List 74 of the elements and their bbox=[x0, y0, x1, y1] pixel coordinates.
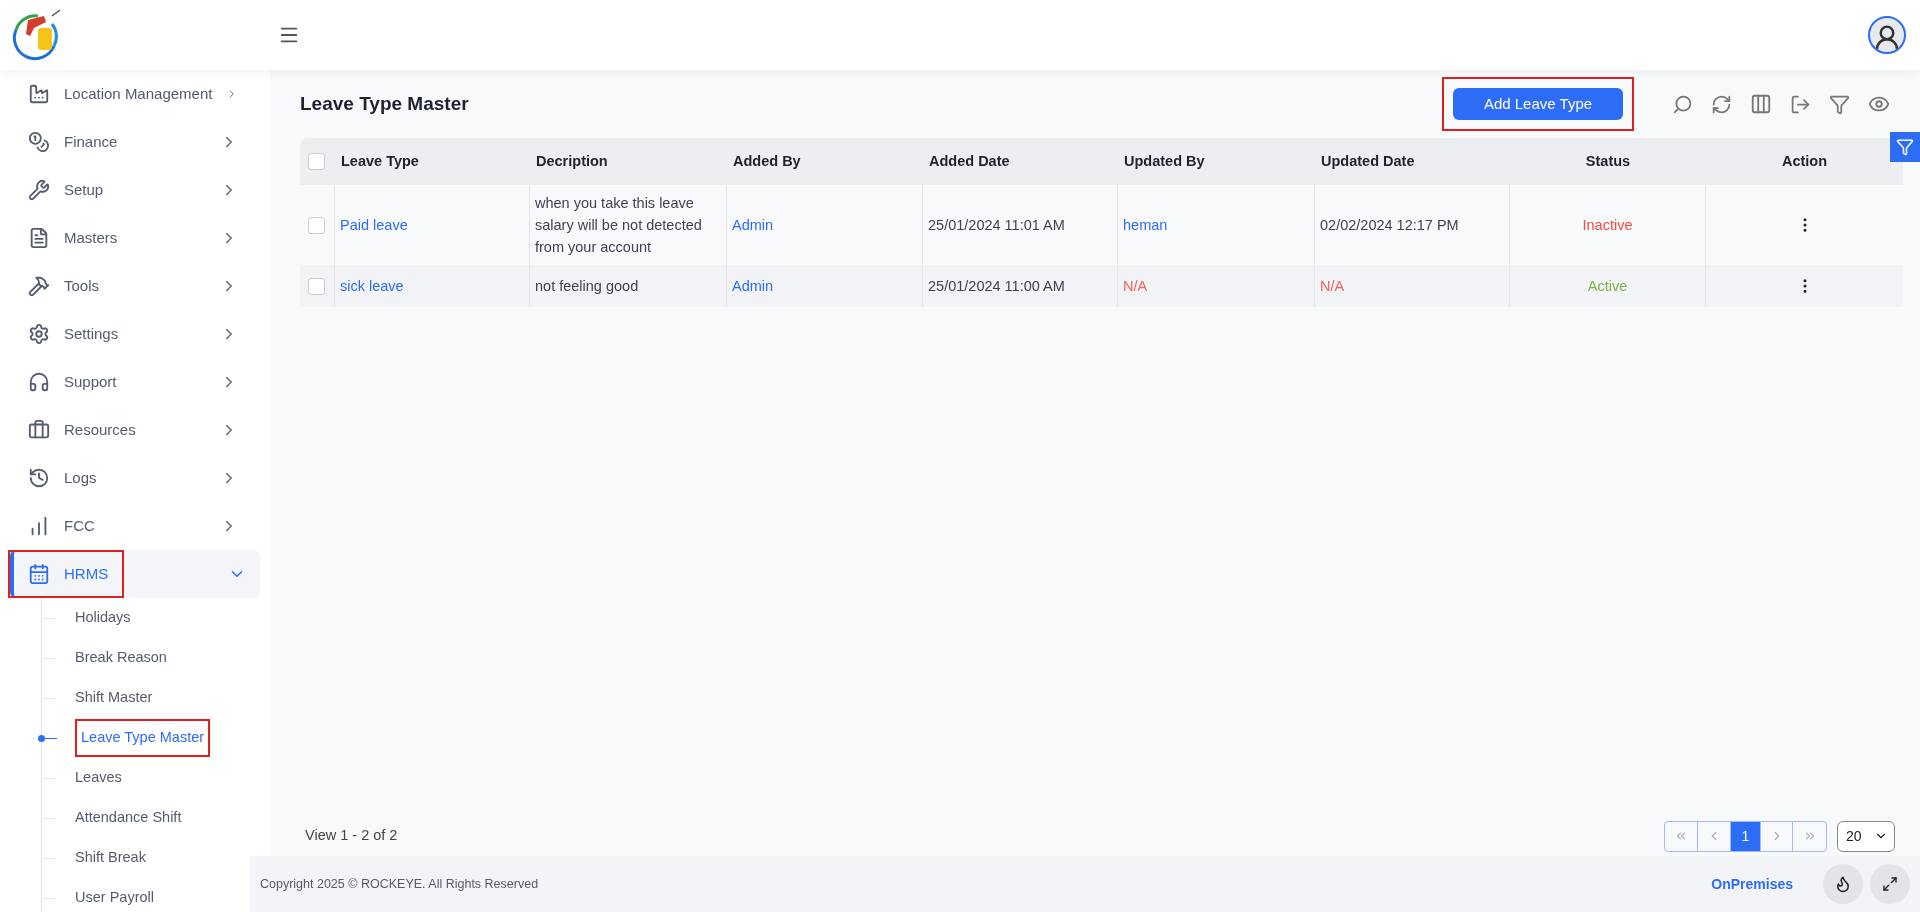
submenu-item[interactable]: Shift Master bbox=[75, 687, 153, 709]
sidebar-item[interactable]: FCC bbox=[10, 502, 260, 550]
sidebar-item[interactable]: Setup bbox=[10, 166, 260, 214]
submenu-item[interactable]: Break Reason bbox=[75, 647, 167, 669]
mode-label: OnPremises bbox=[1711, 874, 1793, 894]
table-cell[interactable]: Paid leave bbox=[340, 214, 408, 236]
table-cell-text: Inactive bbox=[1582, 216, 1633, 235]
avatar[interactable] bbox=[1868, 16, 1906, 54]
table-cell-text: Active bbox=[1587, 277, 1628, 296]
page-button[interactable]: 1 bbox=[1731, 821, 1760, 851]
double-chevron-left-icon bbox=[1674, 829, 1688, 843]
sidebar-item[interactable]: Logs bbox=[10, 454, 260, 502]
table-cell[interactable]: heman bbox=[1123, 214, 1168, 236]
column-header: Leave Type bbox=[341, 152, 419, 169]
table-cell-text: when you take this leave salary will be not detected from your account bbox=[535, 194, 703, 257]
table-cell[interactable]: Admin bbox=[732, 214, 774, 236]
table-cell-text: N/A bbox=[1123, 277, 1148, 296]
sidebar-item[interactable]: HRMS bbox=[10, 550, 260, 598]
briefcase-icon bbox=[28, 419, 50, 441]
table-cell-text: not feeling good bbox=[535, 277, 639, 296]
checkbox[interactable] bbox=[308, 153, 325, 170]
sidebar-item[interactable]: Finance bbox=[10, 118, 260, 166]
factory-icon bbox=[28, 83, 50, 105]
table-cell-text: 25/01/2024 11:01 AM bbox=[928, 216, 1065, 235]
table-cell[interactable]: sick leave bbox=[340, 275, 404, 297]
column-header: Decription bbox=[536, 152, 608, 169]
table-cell[interactable]: Admin bbox=[732, 275, 774, 297]
export-icon[interactable] bbox=[1790, 93, 1811, 115]
submenu-item[interactable]: Leaves bbox=[75, 767, 122, 789]
checkbox[interactable] bbox=[308, 277, 325, 295]
sidebar-item[interactable]: Settings bbox=[10, 310, 260, 358]
column-header: Updated By bbox=[1124, 152, 1205, 169]
sidebar-item[interactable]: Support bbox=[10, 358, 260, 406]
flame-icon bbox=[1834, 875, 1852, 893]
submenu-item[interactable]: Leave Type Master bbox=[77, 721, 209, 755]
table-cell-text: 02/02/2024 12:17 PM bbox=[1320, 216, 1459, 235]
column-header: Status bbox=[1585, 152, 1631, 169]
expand-icon bbox=[1882, 876, 1898, 892]
column-header: Added Date bbox=[929, 152, 1010, 169]
add-button[interactable]: Add Leave Type bbox=[1453, 88, 1623, 120]
filter-icon[interactable] bbox=[1829, 93, 1850, 115]
fullscreen-button[interactable] bbox=[1870, 864, 1910, 904]
sidebar-item[interactable]: Resources bbox=[10, 406, 260, 454]
refresh-icon[interactable] bbox=[1711, 93, 1732, 115]
submenu-item[interactable]: Holidays bbox=[75, 607, 131, 629]
copyright-text: Copyright 2025 © ROCKEYE. All Rights Reserved bbox=[260, 875, 539, 893]
pagination-summary: View 1 - 2 of 2 bbox=[305, 826, 398, 846]
filter-icon bbox=[1896, 138, 1914, 156]
column-header: Updated Date bbox=[1321, 152, 1415, 169]
document-icon bbox=[28, 227, 50, 249]
columns-icon[interactable] bbox=[1750, 93, 1772, 115]
table-cell-text: N/A bbox=[1320, 277, 1345, 296]
column-header: Added By bbox=[733, 152, 801, 169]
hammer-icon bbox=[28, 275, 50, 297]
tools-icon bbox=[28, 179, 50, 201]
sidebar-item[interactable]: Tools bbox=[10, 262, 260, 310]
sidebar-item[interactable]: Masters bbox=[10, 214, 260, 262]
page-size-select[interactable]: 20 bbox=[1837, 820, 1895, 852]
page-title: Leave Type Master bbox=[300, 91, 469, 116]
settings-icon bbox=[28, 323, 50, 345]
column-header: Action bbox=[1781, 152, 1828, 169]
flame-button[interactable] bbox=[1823, 864, 1863, 904]
submenu-item[interactable]: User Payroll bbox=[75, 887, 154, 909]
search-icon[interactable] bbox=[1672, 93, 1693, 115]
filter-tab[interactable] bbox=[1890, 132, 1920, 162]
table-cell-text: 25/01/2024 11:00 AM bbox=[928, 277, 1065, 296]
history-icon bbox=[28, 467, 50, 489]
submenu-item[interactable]: Attendance Shift bbox=[75, 807, 182, 829]
checkbox[interactable] bbox=[308, 216, 325, 234]
sidebar-item[interactable]: Location Management bbox=[10, 70, 260, 118]
calendar-icon bbox=[28, 563, 50, 585]
headset-icon bbox=[28, 371, 50, 393]
coins-icon bbox=[28, 131, 50, 153]
submenu-item[interactable]: Shift Break bbox=[75, 847, 146, 869]
